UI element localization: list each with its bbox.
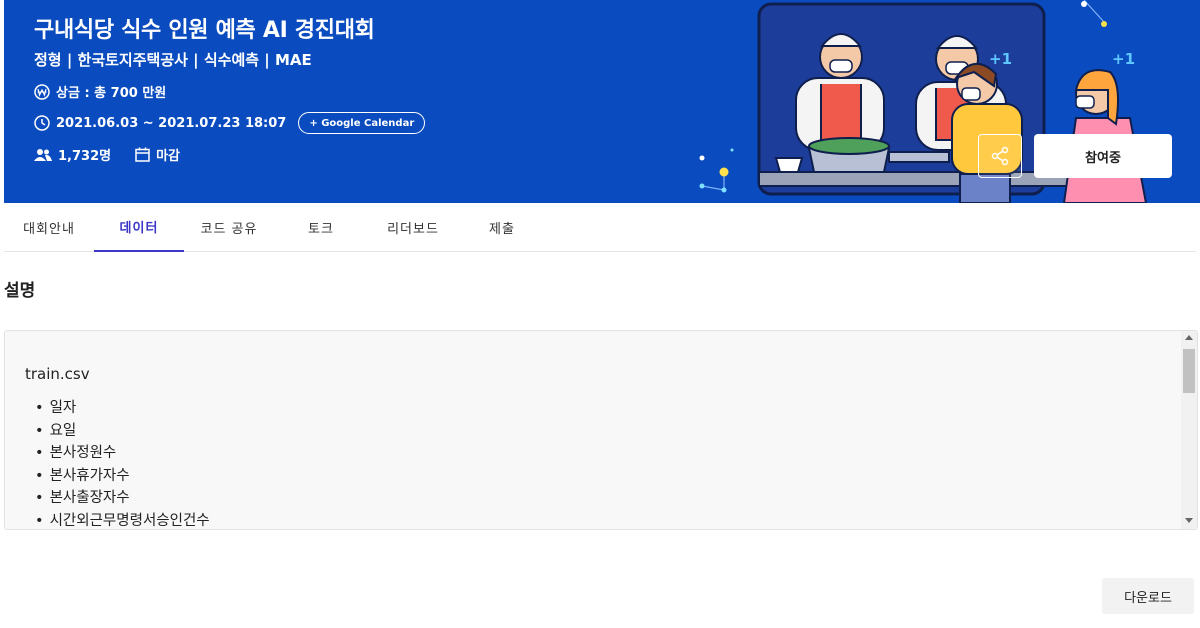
participants-stat: 1,732명 bbox=[34, 145, 111, 164]
share-icon bbox=[991, 146, 1009, 166]
list-item: 본사정원수 bbox=[35, 442, 210, 465]
column-list: 일자 요일 본사정원수 본사휴가자수 본사출장자수 시간외근무명령서승인건수 bbox=[35, 397, 210, 529]
participants-count: 1,732명 bbox=[58, 149, 112, 164]
tab-bar: 대회안내 데이터 코드 공유 토크 리더보드 제출 bbox=[4, 203, 1196, 252]
list-item: 일자 bbox=[35, 397, 210, 420]
scroll-thumb[interactable] bbox=[1183, 349, 1195, 393]
vertical-scrollbar[interactable] bbox=[1181, 331, 1197, 529]
stats-row: 1,732명 마감 bbox=[34, 145, 204, 164]
tab-leaderboard[interactable]: 리더보드 bbox=[368, 203, 458, 252]
prize-row: 상금 : 총 700 만원 bbox=[34, 82, 166, 101]
competition-banner: 구내식당 식수 인원 예측 AI 경진대회 정형 | 한국토지주택공사 | 식수… bbox=[4, 0, 1200, 203]
tab-overview[interactable]: 대회안내 bbox=[4, 203, 94, 252]
list-item: 시간외근무명령서승인건수 bbox=[35, 510, 210, 529]
date-range: 2021.06.03 ~ 2021.07.23 18:07 bbox=[56, 115, 287, 131]
status-stat: 마감 bbox=[135, 145, 180, 164]
google-calendar-button[interactable]: + Google Calendar bbox=[298, 112, 426, 134]
date-row: 2021.06.03 ~ 2021.07.23 18:07 + Google C… bbox=[34, 112, 426, 134]
calendar-icon bbox=[135, 147, 150, 162]
section-title: 설명 bbox=[4, 281, 36, 301]
clock-icon bbox=[34, 115, 50, 131]
scroll-down-arrow-icon[interactable] bbox=[1185, 518, 1193, 523]
data-description-box[interactable]: train.csv 일자 요일 본사정원수 본사휴가자수 본사출장자수 시간외근… bbox=[4, 330, 1198, 530]
competition-title: 구내식당 식수 인원 예측 AI 경진대회 bbox=[34, 18, 375, 43]
join-button[interactable]: 참여중 bbox=[1034, 134, 1172, 178]
prize-text: 상금 : 총 700 만원 bbox=[56, 86, 167, 101]
tab-talk[interactable]: 토크 bbox=[274, 203, 368, 252]
plus-one-mark: +1 bbox=[989, 50, 1013, 68]
download-button[interactable]: 다운로드 bbox=[1102, 578, 1194, 614]
plus-one-mark: +1 bbox=[1112, 50, 1136, 68]
tab-submit[interactable]: 제출 bbox=[458, 203, 546, 252]
list-item: 본사휴가자수 bbox=[35, 465, 210, 488]
list-item: 본사출장자수 bbox=[35, 487, 210, 510]
share-button[interactable] bbox=[978, 134, 1022, 178]
list-item: 요일 bbox=[35, 420, 210, 443]
tab-code-share[interactable]: 코드 공유 bbox=[184, 203, 274, 252]
people-icon bbox=[34, 148, 52, 161]
tab-data[interactable]: 데이터 bbox=[94, 203, 184, 252]
scroll-up-arrow-icon[interactable] bbox=[1185, 335, 1193, 340]
won-icon bbox=[34, 83, 50, 100]
competition-tags: 정형 | 한국토지주택공사 | 식수예측 | MAE bbox=[34, 51, 312, 69]
status-text: 마감 bbox=[156, 149, 181, 164]
file-name: train.csv bbox=[25, 365, 90, 383]
